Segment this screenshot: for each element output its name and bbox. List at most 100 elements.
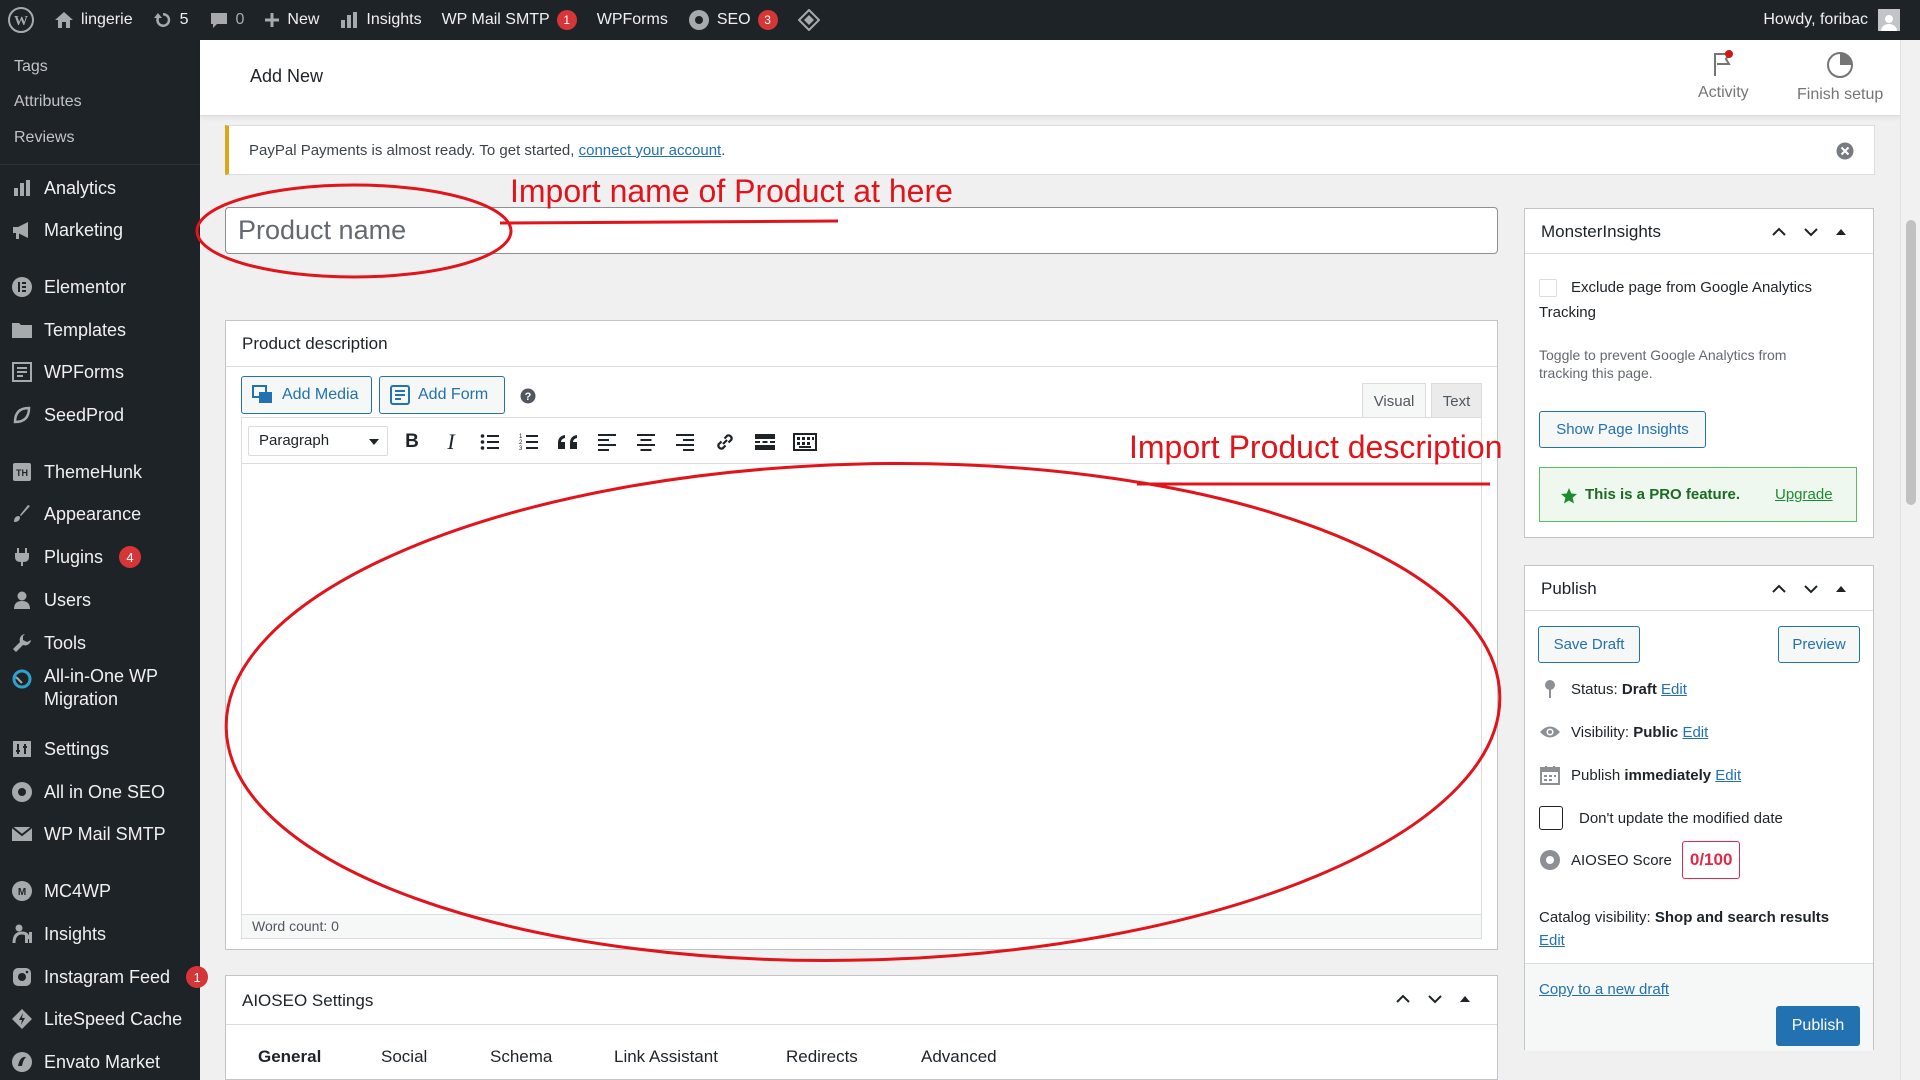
activity-button[interactable]: Activity bbox=[1698, 50, 1749, 102]
aioseo-tab-redirects[interactable]: Redirects bbox=[786, 1047, 858, 1067]
dont-update-checkbox[interactable] bbox=[1539, 806, 1563, 830]
help-icon[interactable]: ? bbox=[520, 388, 536, 404]
paypal-notice: PayPal Payments is almost ready. To get … bbox=[225, 125, 1875, 175]
editor-content-area[interactable] bbox=[242, 464, 1481, 914]
publish-box-controls bbox=[1770, 580, 1848, 598]
sidebar-item-themehunk[interactable]: TH ThemeHunk bbox=[10, 460, 142, 484]
link-icon[interactable] bbox=[713, 430, 737, 454]
scrollbar-thumb[interactable] bbox=[1906, 220, 1916, 505]
add-media-button[interactable]: Add Media bbox=[241, 376, 372, 414]
aioseo-score-badge[interactable]: 0/100 bbox=[1681, 841, 1741, 879]
collapse-triangle-icon[interactable] bbox=[1834, 582, 1848, 596]
schedule-edit-link[interactable]: Edit bbox=[1715, 767, 1741, 784]
notice-text: PayPal Payments is almost ready. To get … bbox=[249, 141, 575, 159]
sidebar-item-appearance[interactable]: Appearance bbox=[10, 502, 141, 526]
align-center-icon[interactable] bbox=[634, 430, 658, 454]
product-name-input[interactable]: Product name bbox=[225, 207, 1498, 254]
bullet-list-icon[interactable] bbox=[478, 430, 502, 454]
visibility-edit-link[interactable]: Edit bbox=[1682, 724, 1708, 741]
connect-account-link[interactable]: connect your account bbox=[579, 142, 722, 159]
catalog-edit-link[interactable]: Edit bbox=[1539, 932, 1565, 949]
sidebar-item-tools[interactable]: Tools bbox=[10, 631, 86, 655]
sidebar-item-all-in-one-wp[interactable]: All-in-One WP Migration bbox=[10, 665, 158, 711]
add-form-button[interactable]: Add Form bbox=[379, 376, 505, 414]
diamond-link[interactable] bbox=[788, 0, 830, 40]
align-right-icon[interactable] bbox=[673, 430, 697, 454]
save-draft-button[interactable]: Save Draft bbox=[1538, 626, 1640, 663]
page-scrollbar[interactable] bbox=[1900, 40, 1920, 1080]
italic-icon[interactable]: I bbox=[439, 429, 463, 454]
bold-icon[interactable]: B bbox=[400, 430, 424, 454]
wpmail-label: WP Mail SMTP bbox=[441, 11, 550, 28]
aioseo-tab-schema[interactable]: Schema bbox=[490, 1047, 552, 1067]
site-name-link[interactable]: lingerie bbox=[44, 0, 143, 40]
preview-button[interactable]: Preview bbox=[1778, 626, 1860, 663]
seo-link[interactable]: SEO 3 bbox=[678, 0, 788, 40]
account-menu[interactable]: Howdy, foribac bbox=[1763, 0, 1900, 40]
aioseo-gear-icon bbox=[688, 10, 709, 30]
updates-link[interactable]: 5 bbox=[143, 0, 199, 40]
sidebar-sub-attributes[interactable]: Attributes bbox=[14, 93, 82, 111]
wpmail-link[interactable]: WP Mail SMTP 1 bbox=[432, 0, 587, 40]
toolbar-toggle-icon[interactable] bbox=[793, 430, 817, 454]
chevron-up-icon[interactable] bbox=[1770, 223, 1788, 241]
aioseo-tab-general[interactable]: General bbox=[258, 1047, 321, 1067]
aioseo-tab-advanced[interactable]: Advanced bbox=[921, 1047, 997, 1067]
sidebar-item-all-in-one-seo[interactable]: All in One SEO bbox=[10, 780, 165, 804]
collapse-triangle-icon[interactable] bbox=[1458, 992, 1472, 1006]
sidebar-item-label: Analytics bbox=[44, 178, 117, 198]
chevron-up-icon[interactable] bbox=[1770, 580, 1788, 598]
blockquote-icon[interactable] bbox=[556, 430, 580, 454]
sidebar-item-litespeed-cache[interactable]: LiteSpeed Cache bbox=[10, 1007, 182, 1031]
sidebar-item-elementor[interactable]: Elementor bbox=[10, 275, 126, 299]
exclude-checkbox[interactable] bbox=[1539, 279, 1557, 297]
sidebar-item-envato-market[interactable]: Envato Market bbox=[10, 1050, 160, 1074]
catalog-visibility: Catalog visibility: Shop and search resu… bbox=[1539, 909, 1829, 926]
publish-button[interactable]: Publish bbox=[1776, 1006, 1860, 1046]
sidebar-item-wpforms[interactable]: WPForms bbox=[10, 360, 124, 384]
aioseo-tab-link-assistant[interactable]: Link Assistant bbox=[614, 1047, 718, 1067]
svg-text:?: ? bbox=[525, 391, 532, 403]
finish-setup-button[interactable]: Finish setup bbox=[1797, 50, 1883, 104]
collapse-triangle-icon[interactable] bbox=[1834, 225, 1848, 239]
sidebar-item-plugins[interactable]: Plugins 4 bbox=[10, 545, 142, 569]
sidebar-item-insights[interactable]: Insights bbox=[10, 922, 106, 946]
folder-icon bbox=[10, 318, 34, 342]
numbered-list-icon[interactable]: 123 bbox=[517, 430, 541, 454]
wpforms-link[interactable]: WPForms bbox=[587, 0, 678, 40]
sidebar-item-settings[interactable]: Settings bbox=[10, 737, 109, 761]
sidebar-sub-reviews[interactable]: Reviews bbox=[14, 129, 74, 147]
align-left-icon[interactable] bbox=[595, 430, 619, 454]
plus-icon bbox=[265, 13, 280, 27]
comments-link[interactable]: 0 bbox=[199, 0, 255, 40]
sidebar-sub-tags[interactable]: Tags bbox=[14, 58, 48, 76]
chevron-up-icon[interactable] bbox=[1394, 990, 1412, 1008]
tab-text[interactable]: Text bbox=[1431, 383, 1482, 418]
sidebar-item-users[interactable]: Users bbox=[10, 588, 91, 612]
tab-visual[interactable]: Visual bbox=[1362, 383, 1426, 418]
sidebar-item-analytics[interactable]: Analytics bbox=[10, 176, 116, 200]
sidebar-item-mc4wp[interactable]: M MC4WP bbox=[10, 879, 111, 903]
dont-update-label: Don't update the modified date bbox=[1579, 809, 1783, 827]
show-page-insights-button[interactable]: Show Page Insights bbox=[1539, 411, 1706, 448]
status-edit-link[interactable]: Edit bbox=[1661, 681, 1687, 698]
sidebar-item-instagram-feed[interactable]: Instagram Feed 1 bbox=[10, 965, 209, 989]
new-content-link[interactable]: New bbox=[254, 0, 329, 40]
chevron-down-icon[interactable] bbox=[1802, 580, 1820, 598]
close-icon[interactable] bbox=[1836, 142, 1854, 160]
upgrade-link[interactable]: Upgrade bbox=[1775, 486, 1833, 503]
read-more-icon[interactable] bbox=[753, 430, 777, 454]
sidebar-item-marketing[interactable]: Marketing bbox=[10, 218, 123, 242]
sidebar-item-seedprod[interactable]: SeedProd bbox=[10, 403, 124, 427]
copy-to-draft-link[interactable]: Copy to a new draft bbox=[1539, 981, 1669, 998]
sidebar-item-templates[interactable]: Templates bbox=[10, 318, 126, 342]
aioseo-tab-social[interactable]: Social bbox=[381, 1047, 427, 1067]
chevron-down-icon[interactable] bbox=[1426, 990, 1444, 1008]
catalog-value: Shop and search results bbox=[1654, 909, 1830, 926]
insights-link[interactable]: Insights bbox=[329, 0, 431, 40]
sidebar-item-wp-mail-smtp[interactable]: WP Mail SMTP bbox=[10, 822, 166, 846]
wordpress-logo-button[interactable]: W bbox=[0, 0, 44, 40]
sidebar-item-label: Settings bbox=[44, 739, 110, 759]
format-select[interactable]: Paragraph bbox=[248, 426, 388, 456]
chevron-down-icon[interactable] bbox=[1802, 223, 1820, 241]
